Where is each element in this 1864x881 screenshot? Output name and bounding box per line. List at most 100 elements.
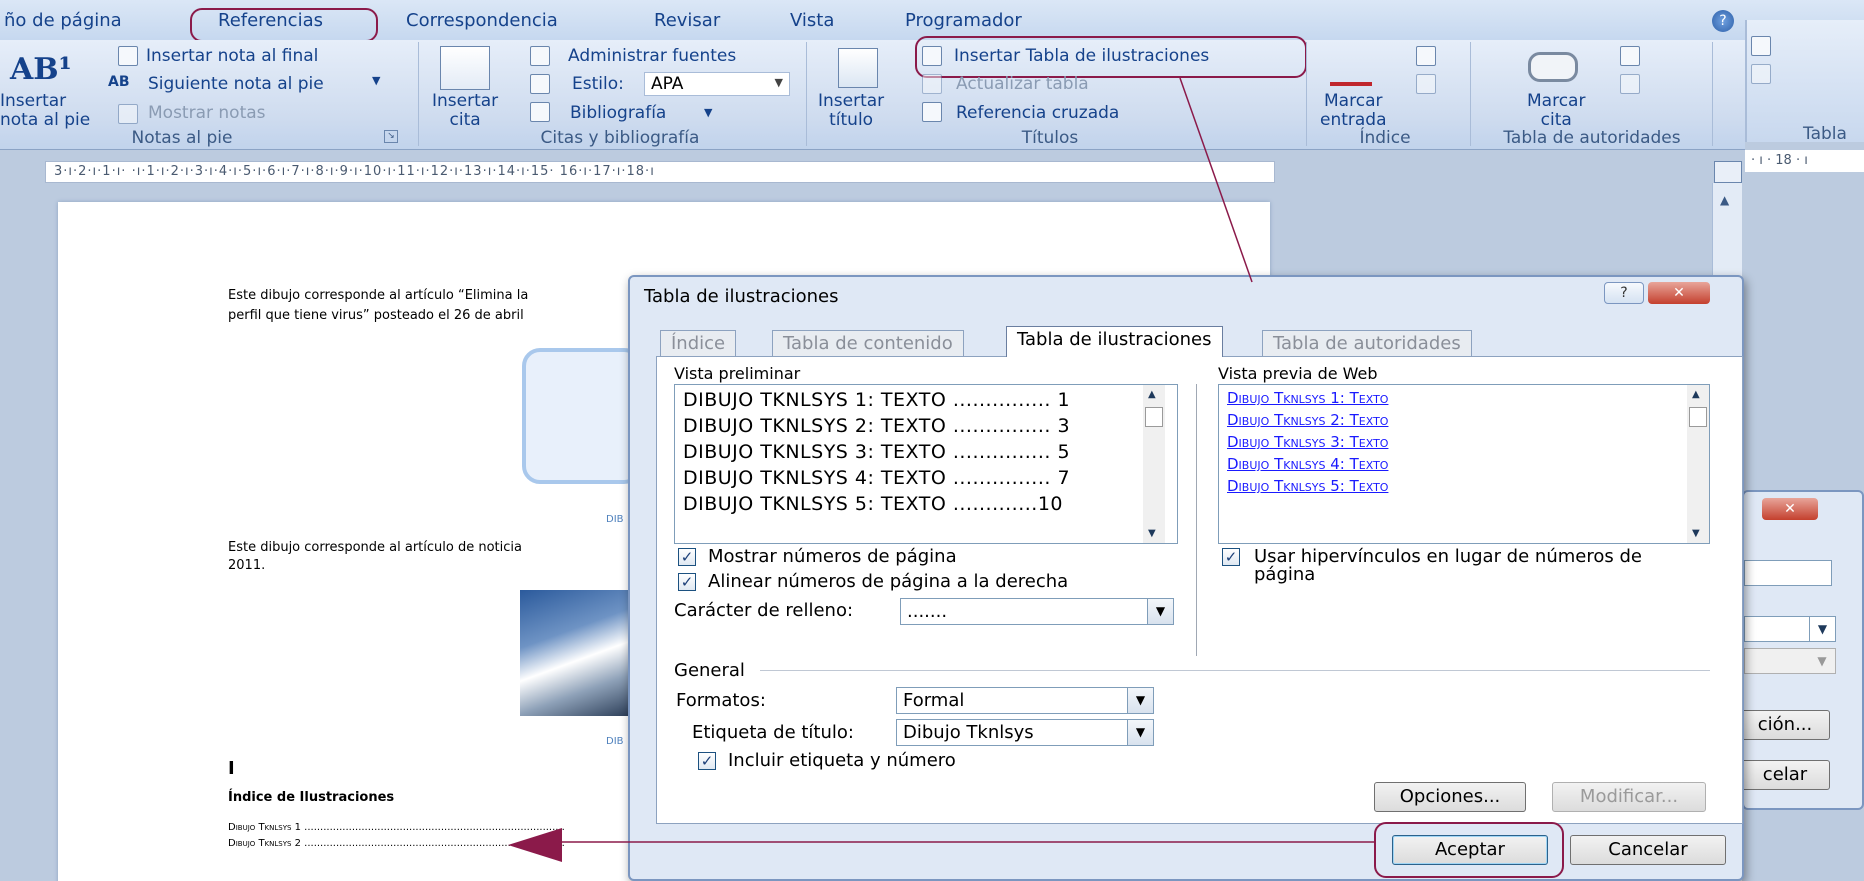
figure-2-caption: DIB	[606, 736, 624, 747]
bibliography-button[interactable]: Bibliografía	[570, 103, 666, 123]
tab-revisar[interactable]: Revisar	[654, 10, 720, 31]
chevron-down-icon: ▼	[1809, 617, 1835, 641]
mark-citation-icon	[1528, 52, 1578, 82]
tab-indice[interactable]: Índice	[660, 330, 737, 357]
print-preview-box: DIBUJO TKNLSYS 1: TEXTO ............... …	[674, 384, 1178, 544]
annotation-highlight-insert-table	[915, 36, 1307, 78]
align-page-numbers-checkbox[interactable]: ✓	[678, 573, 696, 591]
update-index-icon[interactable]	[1416, 74, 1436, 94]
scroll-down-icon[interactable]: ▼	[1692, 528, 1700, 539]
group-label-titulos: Títulos	[1021, 128, 1079, 148]
background-input[interactable]	[1744, 560, 1832, 586]
chevron-down-icon: ▼	[1817, 654, 1827, 668]
mark-entry-button[interactable]: Marcar entrada	[1320, 92, 1387, 130]
background-select-disabled: ▼	[1744, 648, 1836, 674]
close-icon[interactable]: ✕	[1762, 498, 1818, 520]
fill-character-select[interactable]: ....... ▼	[900, 598, 1174, 625]
web-preview-box: Dibujo Tknlsys 1: Texto Dibujo Tknlsys 2…	[1218, 384, 1710, 544]
web-link-5[interactable]: Dibujo Tknlsys 5: Texto	[1227, 477, 1388, 495]
bibliography-icon	[530, 102, 550, 122]
general-section-label: General	[674, 660, 745, 681]
preview-entry-5: DIBUJO TKNLSYS 5: TEXTO .............10	[683, 493, 1064, 515]
update-table-icon	[922, 74, 942, 94]
style-select-value: APA	[651, 74, 684, 94]
group-label-autoridades: Tabla de autoridades	[1503, 128, 1681, 148]
text-cursor: I	[228, 758, 235, 779]
insert-caption-button[interactable]: Insertar título	[818, 92, 884, 130]
scroll-up-icon[interactable]: ▲	[1148, 389, 1156, 400]
column-divider	[1196, 384, 1197, 656]
tab-programador[interactable]: Programador	[905, 10, 1022, 31]
scroll-down-icon[interactable]: ▼	[1148, 528, 1156, 539]
tab-correspondencia[interactable]: Correspondencia	[406, 10, 558, 31]
tab-tabla-contenido[interactable]: Tabla de contenido	[772, 330, 964, 357]
mark-entry-icon	[1330, 52, 1372, 86]
style-select[interactable]: APA ▼	[644, 72, 790, 96]
next-footnote-button[interactable]: Siguiente nota al pie	[148, 74, 324, 94]
group-separator	[1712, 42, 1713, 146]
tab-diseno-pagina[interactable]: ño de página	[4, 10, 122, 31]
cancel-button[interactable]: Cancelar	[1570, 835, 1726, 865]
background-button-2[interactable]: celar	[1740, 760, 1830, 790]
options-button[interactable]: Opciones...	[1374, 782, 1526, 812]
modify-button[interactable]: Modificar...	[1552, 782, 1706, 812]
background-window-ruler: · ı · 18 · ı	[1745, 150, 1864, 172]
tab-tabla-autoridades[interactable]: Tabla de autoridades	[1262, 330, 1472, 357]
web-link-3[interactable]: Dibujo Tknlsys 3: Texto	[1227, 433, 1388, 451]
scroll-thumb[interactable]	[1145, 407, 1163, 427]
scroll-up-icon[interactable]: ▲	[1720, 193, 1729, 207]
caption-label-select[interactable]: Dibujo Tknlsys ▼	[896, 719, 1154, 746]
view-ruler-icon[interactable]	[1714, 161, 1742, 183]
next-footnote-icon: AB	[108, 74, 130, 90]
chevron-down-icon: ▼	[1127, 688, 1153, 713]
chevron-down-icon[interactable]: ▼	[704, 106, 712, 119]
align-page-numbers-label: Alinear números de página a la derecha	[708, 571, 1069, 592]
use-hyperlinks-checkbox[interactable]: ✓	[1222, 548, 1240, 566]
scroll-up-icon[interactable]: ▲	[1692, 389, 1700, 400]
insert-citation-button[interactable]: Insertar cita	[432, 92, 498, 130]
insert-authorities-icon[interactable]	[1620, 46, 1640, 66]
caption-label-value: Dibujo Tknlsys	[903, 722, 1034, 743]
table-icon	[1751, 36, 1771, 56]
cross-reference-button[interactable]: Referencia cruzada	[956, 103, 1119, 123]
scroll-thumb[interactable]	[1689, 407, 1707, 427]
include-label-checkbox[interactable]: ✓	[698, 752, 716, 770]
show-notes-button[interactable]: Mostrar notas	[148, 103, 266, 123]
paragraph-2-line-2: 2011.	[228, 558, 266, 573]
help-icon[interactable]: ?	[1604, 282, 1644, 304]
paragraph-2-line-1: Este dibujo corresponde al artículo de n…	[228, 540, 522, 555]
group-label-notas: Notas al pie	[131, 128, 233, 148]
horizontal-ruler[interactable]: 3·ı·2·ı·1·ı· ·ı·1·ı·2·ı·3·ı·4·ı·5·ı·6·ı·…	[45, 161, 1275, 183]
web-preview-scrollbar[interactable]: ▲ ▼	[1687, 385, 1709, 543]
update-authorities-icon[interactable]	[1620, 74, 1640, 94]
insert-index-icon[interactable]	[1416, 46, 1436, 66]
insert-endnote-button[interactable]: Insertar nota al final	[146, 46, 318, 66]
insert-caption-icon	[838, 48, 878, 88]
web-link-1[interactable]: Dibujo Tknlsys 1: Texto	[1227, 389, 1388, 407]
close-icon[interactable]: ✕	[1648, 282, 1710, 304]
tab-vista[interactable]: Vista	[790, 10, 834, 31]
background-button-1[interactable]: ción...	[1740, 710, 1830, 740]
tab-tabla-ilustraciones[interactable]: Tabla de ilustraciones	[1006, 326, 1223, 357]
web-link-2[interactable]: Dibujo Tknlsys 2: Texto	[1227, 411, 1388, 429]
background-select[interactable]: ▼	[1744, 616, 1836, 642]
show-page-numbers-checkbox[interactable]: ✓	[678, 548, 696, 566]
insert-footnote-icon[interactable]: AB¹	[10, 52, 72, 87]
insert-citation-icon	[440, 46, 490, 90]
preview-scrollbar[interactable]: ▲ ▼	[1143, 385, 1165, 543]
figure-1-caption: DIB	[606, 514, 624, 525]
web-link-4[interactable]: Dibujo Tknlsys 4: Texto	[1227, 455, 1388, 473]
cross-reference-icon	[922, 102, 942, 122]
mark-citation-button[interactable]: Marcar cita	[1527, 92, 1585, 130]
formats-select[interactable]: Formal ▼	[896, 687, 1154, 714]
chevron-down-icon: ▼	[774, 76, 783, 89]
chevron-down-icon[interactable]: ▼	[372, 74, 380, 87]
insert-footnote-button[interactable]: Insertar nota al pie	[0, 92, 90, 130]
table-icon	[1751, 64, 1771, 84]
update-table-button[interactable]: Actualizar tabla	[956, 74, 1089, 94]
style-icon	[530, 74, 550, 94]
dialog-launcher-icon[interactable]: ↘	[384, 130, 398, 143]
manage-sources-button[interactable]: Administrar fuentes	[568, 46, 736, 66]
formats-value: Formal	[903, 690, 965, 711]
help-icon[interactable]: ?	[1712, 10, 1734, 32]
